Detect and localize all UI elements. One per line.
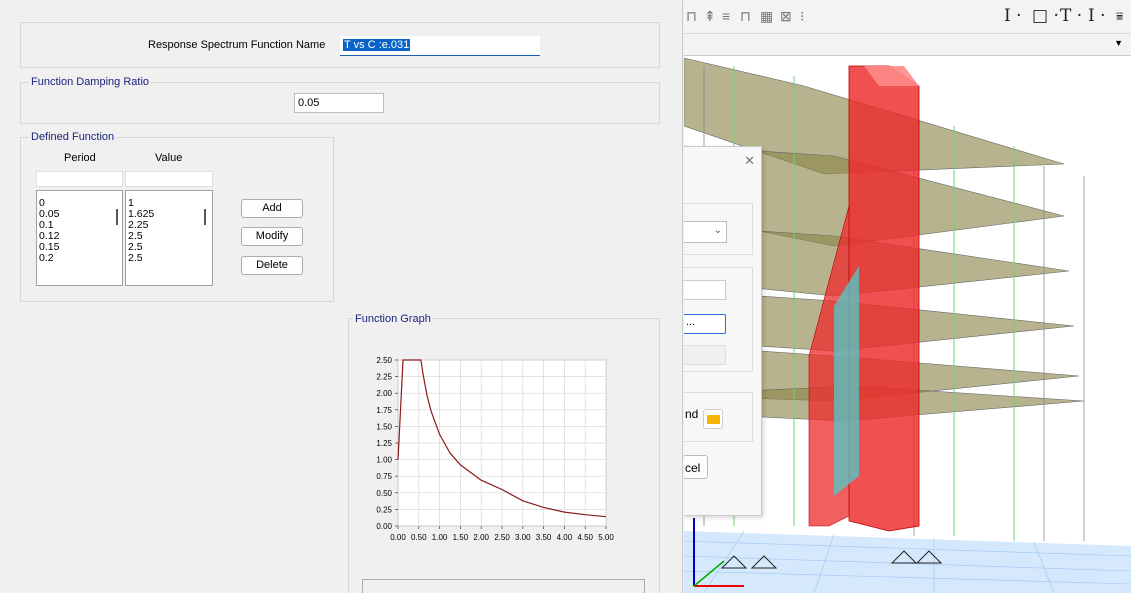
view-subbar: ▼ — [684, 34, 1131, 56]
y-tick-label: 2.50 — [376, 356, 392, 365]
x-tick-label: 2.50 — [494, 533, 510, 542]
value-list[interactable]: 1 1.625 2.25 2.5 2.5 2.5 — [125, 190, 213, 286]
close-icon[interactable]: ✕ — [744, 153, 755, 169]
list-item[interactable]: 0.2 — [37, 253, 122, 264]
y-tick-label: 0.75 — [376, 472, 392, 481]
y-tick-label: 1.00 — [376, 456, 392, 465]
response-spectrum-dialog: Response Spectrum Function Name T vs C :… — [0, 0, 683, 593]
box-section-icon[interactable]: □ · — [1032, 6, 1059, 26]
x-tick-label: 0.00 — [390, 533, 406, 542]
background-input-1[interactable] — [684, 280, 726, 300]
y-tick-label: 1.25 — [376, 439, 392, 448]
background-cancel-button[interactable]: cel — [684, 455, 708, 479]
x-tick-label: 0.50 — [411, 533, 427, 542]
background-dropdown[interactable]: ⌄ — [684, 221, 727, 243]
add-button[interactable]: Add — [241, 199, 303, 218]
floor-tool-icon[interactable]: ≡ — [722, 8, 730, 24]
delete-button[interactable]: Delete — [241, 256, 303, 275]
cancel-partial-label: cel — [685, 461, 701, 475]
wide-flange-icon[interactable]: I · — [1088, 6, 1106, 26]
function-name-value: T vs C :e.031 — [343, 39, 411, 51]
period-list[interactable]: 0 0.05 0.1 0.12 0.15 0.2 — [36, 190, 123, 286]
function-graph-title: Function Graph — [353, 313, 433, 326]
value-list-scroll-thumb[interactable] — [204, 209, 206, 225]
damping-group-title: Function Damping Ratio — [29, 76, 152, 89]
damping-ratio-input[interactable]: 0.05 — [294, 93, 384, 113]
y-tick-label: 2.25 — [376, 373, 392, 382]
period-column-header: Period — [64, 152, 96, 164]
background-partial-label: nd — [685, 407, 699, 421]
x-tick-label: 1.50 — [453, 533, 469, 542]
y-tick-label: 0.50 — [376, 489, 392, 498]
opening-tool-icon[interactable]: ⊠ — [780, 8, 792, 25]
frame-tool-icon[interactable]: ⊓ — [686, 8, 697, 25]
x-tick-label: 3.50 — [536, 533, 552, 542]
background-browse-button[interactable]: ... — [684, 314, 726, 334]
x-tick-label: 2.00 — [473, 533, 489, 542]
wall-tool-icon[interactable]: ⊓ — [740, 8, 751, 25]
folder-icon[interactable] — [703, 409, 723, 429]
background-input-2 — [684, 345, 726, 365]
tee-section-icon[interactable]: T · — [1060, 6, 1082, 26]
defined-function-title: Defined Function — [29, 131, 117, 144]
browse-ellipsis: ... — [686, 316, 696, 328]
y-tick-label: 0.00 — [376, 522, 392, 531]
y-tick-label: 0.25 — [376, 505, 392, 514]
x-tick-label: 3.00 — [515, 533, 531, 542]
x-tick-label: 1.00 — [432, 533, 448, 542]
more-sections-icon[interactable]: ⩸ — [1116, 9, 1123, 24]
model-view-3d[interactable]: ⊓ ⇞ ≡ ⊓ ▦ ⊠ ⁝ I · □ · T · I · ⩸ ▼ ✕ ⌄ ..… — [684, 0, 1131, 593]
dimension-tool-icon[interactable]: ⁝ — [800, 8, 804, 25]
area-tool-icon[interactable]: ▦ — [760, 8, 773, 25]
move-tool-icon[interactable]: ⇞ — [704, 8, 716, 25]
beam-section-icon[interactable]: I · — [1004, 6, 1022, 26]
view-toolbar: ⊓ ⇞ ≡ ⊓ ▦ ⊠ ⁝ I · □ · T · I · ⩸ — [684, 0, 1131, 34]
period-entry-input[interactable] — [36, 171, 123, 187]
x-tick-label: 5.00 — [598, 533, 614, 542]
y-tick-label: 2.00 — [376, 389, 392, 398]
function-name-label: Response Spectrum Function Name — [148, 39, 326, 51]
function-name-input[interactable]: T vs C :e.031 — [340, 36, 540, 56]
value-column-header: Value — [155, 152, 183, 164]
chevron-down-icon: ⌄ — [713, 225, 722, 236]
y-tick-label: 1.50 — [376, 422, 392, 431]
x-tick-label: 4.50 — [577, 533, 593, 542]
list-item[interactable]: 2.5 — [126, 253, 212, 264]
function-graph-chart: 0.00 0.50 1.00 1.50 2.00 2.50 3.00 3.50 4.00 4.50… — [360, 350, 620, 550]
graph-status-bar — [362, 579, 645, 593]
modify-button[interactable]: Modify — [241, 227, 303, 246]
function-graph-svg: 0.00 0.50 1.00 1.50 2.00 2.50 3.00 3.50 4.00 4.50… — [376, 356, 614, 542]
value-entry-input[interactable] — [125, 171, 213, 187]
period-list-scroll-thumb[interactable] — [116, 209, 118, 225]
y-tick-label: 1.75 — [376, 406, 392, 415]
background-dialog: ✕ ⌄ ... nd cel — [684, 146, 762, 516]
chevron-down-icon[interactable]: ▼ — [1114, 38, 1123, 48]
x-tick-label: 4.00 — [557, 533, 573, 542]
